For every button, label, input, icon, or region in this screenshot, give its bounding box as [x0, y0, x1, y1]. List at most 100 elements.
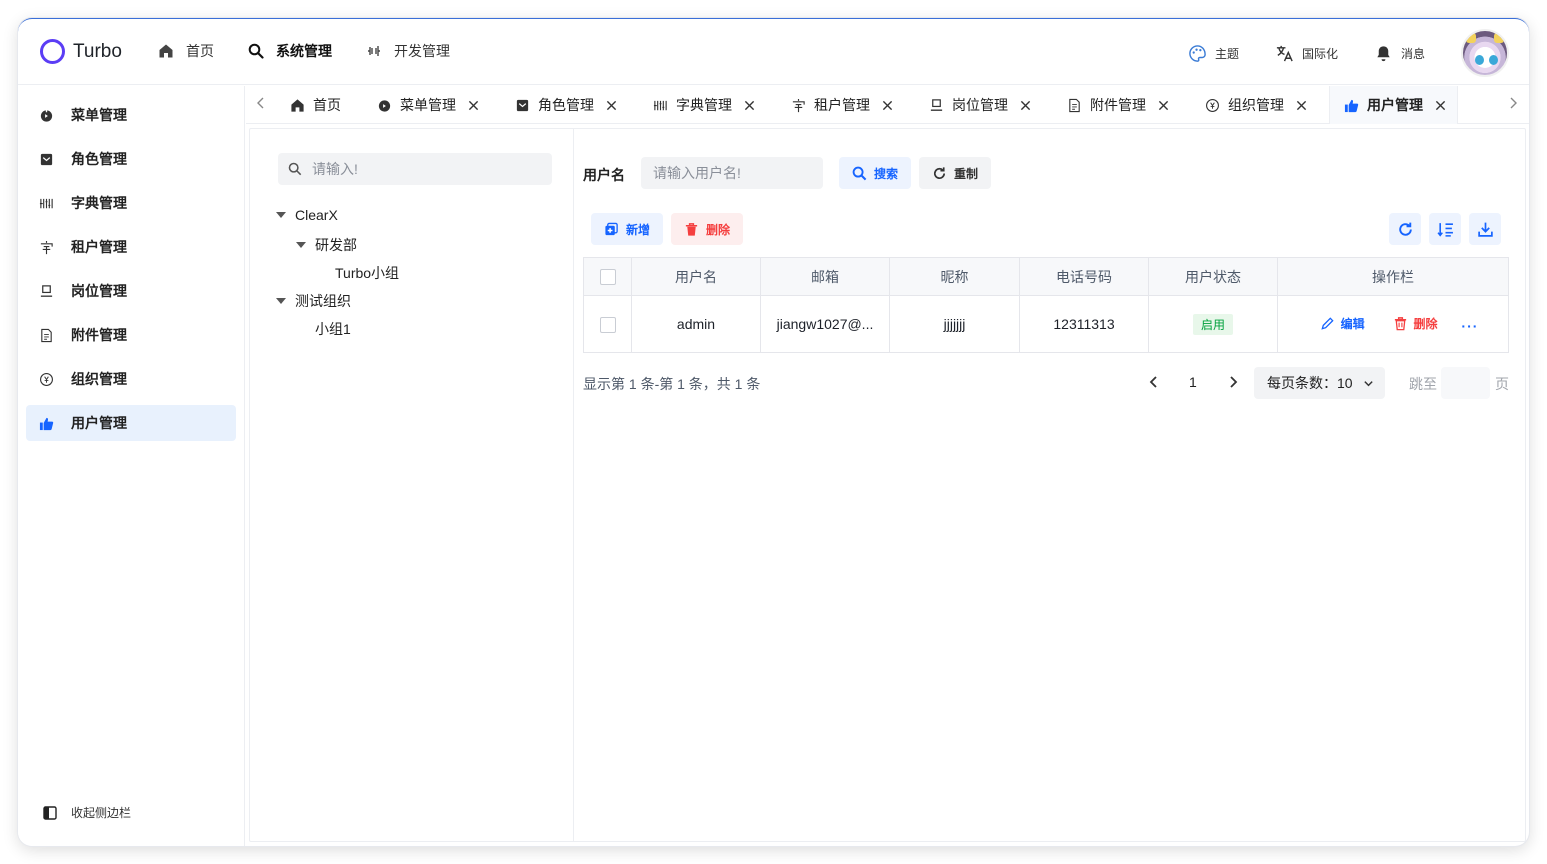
tree-node[interactable]: 小组1: [315, 319, 351, 339]
tree-node[interactable]: Turbo小组: [335, 263, 399, 283]
topnav-dev[interactable]: 开发管理: [366, 41, 450, 61]
topnav-home[interactable]: 首页: [158, 41, 214, 61]
next-page-icon[interactable]: [1226, 375, 1240, 389]
user-avatar[interactable]: [1461, 29, 1509, 77]
column-header[interactable]: 电话号码: [1019, 257, 1149, 296]
tab-file[interactable]: 附件管理: [1053, 86, 1169, 124]
top-header: Turbo 首页 系统管理 开发管理 主题 国际化 消息: [18, 19, 1529, 85]
select-all-checkbox[interactable]: [599, 269, 616, 286]
username-filter-input[interactable]: [653, 165, 834, 181]
sidebar-item-dictionary[interactable]: 字典管理: [26, 185, 236, 221]
tree-search-input[interactable]: [312, 161, 512, 177]
home-icon: [159, 44, 173, 58]
translate-icon: [1276, 45, 1293, 61]
theme-button[interactable]: 主题: [1188, 44, 1239, 63]
pagination-info: 显示第 1 条-第 1 条，共 1 条: [583, 376, 761, 392]
column-header: 操作栏: [1277, 257, 1509, 296]
logo[interactable]: Turbo: [40, 39, 122, 64]
delete-label: 删除: [1413, 316, 1438, 331]
tab-menu[interactable]: 菜单管理: [363, 86, 479, 124]
add-icon: [605, 222, 618, 235]
sidebar-item-label: 角色管理: [71, 151, 127, 167]
sidebar-item-tenant[interactable]: 租户管理: [26, 229, 236, 265]
content-area: ClearX 研发部 Turbo小组 测试组织 小组1 用户名: [249, 128, 1526, 842]
sidebar-toggle-icon: [43, 805, 57, 820]
messages-label: 消息: [1400, 46, 1425, 61]
delete-button[interactable]: 删除: [1393, 315, 1438, 332]
tree-node[interactable]: ClearX: [276, 207, 338, 223]
tab-label: 角色管理: [538, 97, 594, 113]
topnav-system[interactable]: 系统管理: [248, 41, 332, 61]
tab-role[interactable]: 角色管理: [501, 86, 617, 124]
collapse-sidebar-button[interactable]: 收起侧边栏: [43, 804, 131, 821]
search-button[interactable]: 搜索: [839, 157, 911, 189]
refresh-button[interactable]: [1389, 213, 1421, 245]
actions-cell: 编辑 删除 ···: [1277, 295, 1509, 353]
close-icon[interactable]: [744, 100, 755, 111]
sidebar-item-menu[interactable]: 菜单管理: [26, 97, 236, 133]
current-page[interactable]: 1: [1189, 374, 1197, 390]
file-icon: [1069, 98, 1080, 112]
close-icon[interactable]: [1020, 100, 1031, 111]
tab-tenant[interactable]: 租户管理: [777, 86, 893, 124]
edit-label: 编辑: [1340, 316, 1365, 331]
sidebar-item-org[interactable]: 组织管理: [26, 361, 236, 397]
sidebar-item-label: 字典管理: [71, 195, 127, 211]
page-size-label: 每页条数：10: [1267, 375, 1353, 391]
tree-node[interactable]: 研发部: [296, 235, 357, 255]
page-size-select[interactable]: 每页条数：10: [1254, 367, 1385, 399]
sidebar-item-user[interactable]: 用户管理: [26, 405, 236, 441]
column-header[interactable]: 用户名: [631, 257, 761, 296]
home-icon: [291, 98, 304, 112]
tab-scroll-right-icon[interactable]: [1506, 96, 1520, 110]
tab-user[interactable]: 用户管理: [1329, 86, 1458, 124]
logo-icon: [40, 39, 65, 64]
caret-down-icon[interactable]: [276, 298, 286, 304]
bulk-delete-button[interactable]: 删除: [671, 213, 743, 245]
tree-node[interactable]: 测试组织: [276, 291, 351, 311]
tab-org[interactable]: 组织管理: [1191, 86, 1307, 124]
sidebar-item-role[interactable]: 角色管理: [26, 141, 236, 177]
edit-button[interactable]: 编辑: [1320, 315, 1365, 332]
user-table: 用户名 邮箱 昵称 电话号码 用户状态 操作栏 admin jiangw1027…: [583, 257, 1509, 353]
sidebar-item-post[interactable]: 岗位管理: [26, 273, 236, 309]
caret-down-icon[interactable]: [296, 242, 306, 248]
sidebar-item-file[interactable]: 附件管理: [26, 317, 236, 353]
tree-node-label: 研发部: [315, 237, 357, 253]
close-icon[interactable]: [468, 100, 479, 111]
tree-node-label: ClearX: [295, 207, 338, 223]
caret-down-icon[interactable]: [276, 212, 286, 218]
close-icon[interactable]: [1158, 100, 1169, 111]
column-settings-button[interactable]: [1429, 213, 1461, 245]
org-icon: [40, 372, 53, 386]
tab-post[interactable]: 岗位管理: [915, 86, 1031, 124]
prev-page-icon[interactable]: [1147, 375, 1161, 389]
topnav-dev-label: 开发管理: [394, 43, 450, 59]
reset-button-label: 重制: [953, 166, 978, 181]
i18n-button[interactable]: 国际化: [1275, 44, 1338, 63]
close-icon[interactable]: [1435, 100, 1446, 111]
role-icon: [516, 99, 529, 111]
reset-button[interactable]: 重制: [919, 157, 991, 189]
tab-label: 首页: [313, 97, 341, 113]
tab-home[interactable]: 首页: [276, 86, 341, 124]
jump-page-input[interactable]: [1441, 367, 1490, 399]
tab-scroll-left-icon[interactable]: [254, 96, 268, 110]
tab-dictionary[interactable]: 字典管理: [639, 86, 755, 124]
top-nav: 首页 系统管理 开发管理: [158, 41, 484, 61]
column-header[interactable]: 邮箱: [760, 257, 890, 296]
messages-button[interactable]: 消息: [1374, 44, 1425, 63]
export-button[interactable]: [1469, 213, 1501, 245]
close-icon[interactable]: [1296, 100, 1307, 111]
post-icon: [40, 284, 53, 297]
add-user-button[interactable]: 新增: [591, 213, 663, 245]
close-icon[interactable]: [606, 100, 617, 111]
column-header[interactable]: 昵称: [889, 257, 1020, 296]
username-filter-field[interactable]: [641, 157, 834, 189]
tenant-icon: [40, 240, 53, 254]
column-header[interactable]: 用户状态: [1148, 257, 1278, 296]
more-actions-button[interactable]: ···: [1461, 318, 1478, 334]
close-icon[interactable]: [882, 100, 893, 111]
row-checkbox[interactable]: [599, 316, 616, 333]
tree-search-field[interactable]: [278, 153, 552, 185]
